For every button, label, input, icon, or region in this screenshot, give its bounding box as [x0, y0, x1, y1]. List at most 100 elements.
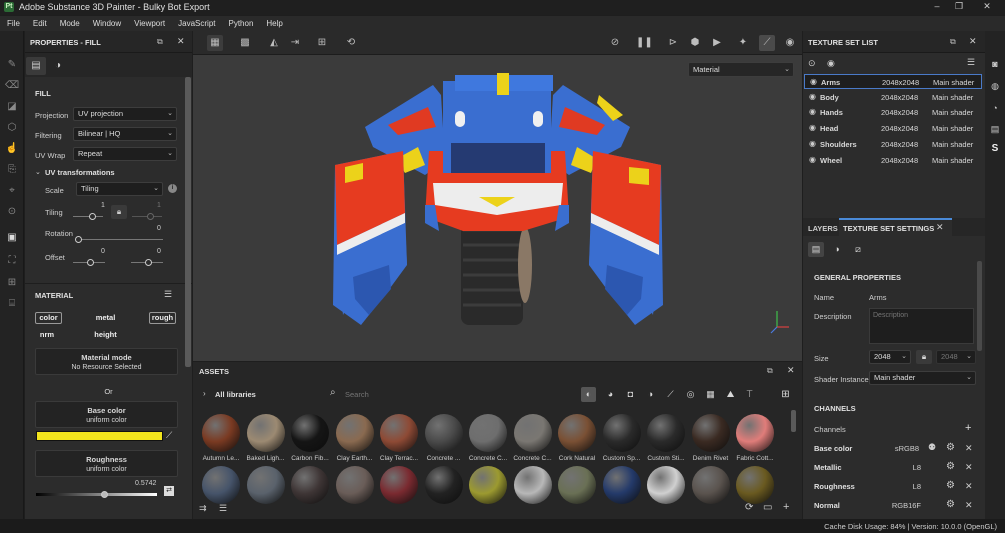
- rotation-slider[interactable]: [77, 239, 163, 240]
- asset-thumbnail[interactable]: [691, 466, 730, 504]
- filter-filters-icon[interactable]: ◑: [643, 387, 658, 402]
- grid-3d-icon[interactable]: ▦: [207, 35, 223, 51]
- roughness-slider[interactable]: [36, 493, 157, 496]
- viewport-3d[interactable]: Material ⌄: [193, 55, 802, 361]
- filter-masks-icon[interactable]: ◘: [623, 387, 638, 402]
- visibility-eye-icon[interactable]: ◉: [809, 123, 816, 132]
- visibility-eye-icon[interactable]: ◉: [827, 58, 835, 69]
- asset-thumbnail[interactable]: [469, 466, 507, 504]
- asset-tile[interactable]: Custom Sti...: [645, 414, 687, 462]
- chevron-right-icon[interactable]: ›: [203, 389, 206, 398]
- asset-thumbnail[interactable]: [424, 466, 463, 504]
- menu-window[interactable]: Window: [93, 19, 121, 28]
- asset-tile[interactable]: Concrete C...: [467, 414, 509, 462]
- lighting-icon[interactable]: ✦: [735, 35, 751, 51]
- asset-thumbnail[interactable]: [558, 466, 596, 504]
- paint-brush-icon[interactable]: ✎: [5, 58, 19, 72]
- channel-row[interactable]: Metallic L8 ⚙ ✕: [803, 459, 981, 477]
- fit-view-icon[interactable]: ⊞: [314, 35, 330, 51]
- description-field[interactable]: [869, 308, 974, 344]
- visibility-eye-icon[interactable]: ◉: [809, 139, 816, 148]
- float-tsl-icon[interactable]: ⧉: [950, 37, 956, 47]
- uvwrap-dropdown[interactable]: Repeat ⌄: [73, 147, 177, 161]
- remove-channel-icon[interactable]: ✕: [965, 443, 973, 454]
- offset-v-value[interactable]: 0: [157, 248, 161, 255]
- channel-settings-icon[interactable]: ⚙: [946, 461, 955, 472]
- clone-tool-icon[interactable]: ⎘: [5, 163, 19, 177]
- rotation-knob[interactable]: [75, 236, 82, 243]
- random-icon[interactable]: ⇄: [164, 486, 174, 496]
- asset-thumbnail[interactable]: [513, 466, 552, 504]
- asset-thumbnail[interactable]: [291, 466, 329, 504]
- filter-materials-icon[interactable]: ◐: [581, 387, 596, 402]
- list-icon[interactable]: ☰: [219, 503, 227, 514]
- properties-scrollbar[interactable]: [185, 77, 191, 367]
- log-icon[interactable]: ▤: [989, 124, 1001, 136]
- asset-tile[interactable]: Cork Natural: [556, 414, 598, 462]
- texture-set-row[interactable]: ◉ Head 2048x2048 Main shader: [804, 121, 982, 136]
- visibility-eye-icon[interactable]: ◉: [809, 107, 816, 116]
- channel-settings-icon[interactable]: ⚙: [946, 480, 955, 491]
- scale-dropdown[interactable]: Tiling ⌄: [76, 182, 163, 196]
- mesh-maps-icon[interactable]: ⧄: [850, 242, 866, 257]
- close-tab-icon[interactable]: ✕: [936, 222, 944, 233]
- asset-tile[interactable]: Fabric Cott...: [734, 414, 776, 462]
- polygon-fill-icon[interactable]: ⬡: [5, 121, 19, 135]
- uvt-title[interactable]: UV transformations: [45, 168, 115, 177]
- menu-javascript[interactable]: JavaScript: [178, 19, 215, 28]
- shader-icon[interactable]: ◍: [989, 81, 1001, 93]
- size-lock-icon[interactable]: 🔒︎: [916, 350, 932, 364]
- asset-tile[interactable]: Baked Ligh...: [245, 414, 287, 462]
- camera-icon[interactable]: ◙: [989, 59, 1001, 71]
- asset-tile[interactable]: Concrete ...: [423, 414, 465, 462]
- close-window-icon[interactable]: ✕: [980, 1, 994, 13]
- close-assets-icon[interactable]: ✕: [787, 365, 795, 376]
- color-profile-icon[interactable]: ⚉: [928, 442, 936, 453]
- base-color-box[interactable]: Base color uniform color: [35, 401, 178, 428]
- roughness-knob[interactable]: [101, 491, 109, 498]
- asset-thumbnail[interactable]: [246, 466, 285, 504]
- maximize-icon[interactable]: ❐: [952, 1, 966, 13]
- camera-view-icon[interactable]: ⊳: [665, 35, 681, 51]
- save-query-icon[interactable]: ⇉: [199, 503, 207, 514]
- roughness-box[interactable]: Roughness uniform color: [35, 450, 178, 477]
- uv-icon[interactable]: ⊞: [5, 276, 19, 290]
- remove-channel-icon[interactable]: ✕: [965, 462, 973, 473]
- base-color-swatch[interactable]: [36, 431, 163, 441]
- texture-set-row[interactable]: ◉ Body 2048x2048 Main shader: [804, 90, 982, 105]
- asset-tile[interactable]: Denim Rivet: [690, 414, 732, 462]
- display-settings-icon[interactable]: ◔: [989, 103, 1001, 115]
- asset-tile[interactable]: Autumn Le...: [200, 414, 242, 462]
- geometry-mask-icon[interactable]: ⛶: [5, 254, 19, 268]
- asset-thumbnail[interactable]: [647, 466, 685, 504]
- tiling-u-value[interactable]: 1: [101, 202, 105, 209]
- refresh-icon[interactable]: ⟳: [745, 502, 753, 513]
- grid-view-icon[interactable]: ⊞: [778, 387, 793, 402]
- visibility-eye-icon[interactable]: ◉: [809, 92, 816, 101]
- channel-settings-icon[interactable]: ⚙: [946, 499, 955, 510]
- eraser-icon[interactable]: ⌫: [5, 79, 19, 93]
- asset-tile[interactable]: Custom Sp...: [601, 414, 643, 462]
- mirror-icon[interactable]: ⇥: [287, 35, 303, 51]
- asset-tile[interactable]: Concrete C...: [512, 414, 554, 462]
- color-picker-icon[interactable]: ⌖: [5, 184, 19, 198]
- cube-view-icon[interactable]: ⬢: [687, 35, 703, 51]
- menu-mode[interactable]: Mode: [60, 19, 80, 28]
- paint-mode-icon[interactable]: ⟋: [759, 35, 775, 51]
- channel-rough-chip[interactable]: rough: [149, 312, 176, 324]
- general-tab-icon[interactable]: ▤: [808, 242, 824, 257]
- history-icon[interactable]: ⟲: [343, 35, 359, 51]
- channel-row[interactable]: Base color sRGB8 ⚉ ⚙ ✕: [803, 440, 981, 458]
- texture-set-row[interactable]: ◉ Arms 2048x2048 Main shader: [804, 74, 982, 89]
- bake-icon[interactable]: ▣: [5, 231, 19, 245]
- info-icon[interactable]: i: [168, 184, 177, 193]
- symmetry-icon[interactable]: ◭: [266, 35, 282, 51]
- channel-row[interactable]: Roughness L8 ⚙ ✕: [803, 478, 981, 496]
- offset-v-knob[interactable]: [145, 259, 152, 266]
- asset-tile[interactable]: Carbon Fib...: [289, 414, 331, 462]
- close-panel-icon[interactable]: ✕: [177, 36, 185, 47]
- tsl-menu-icon[interactable]: ☰: [967, 57, 975, 68]
- filter-smart-materials-icon[interactable]: ◕: [603, 387, 618, 402]
- channel-color-chip[interactable]: color: [35, 312, 62, 324]
- filter-text-icon[interactable]: T: [742, 387, 757, 402]
